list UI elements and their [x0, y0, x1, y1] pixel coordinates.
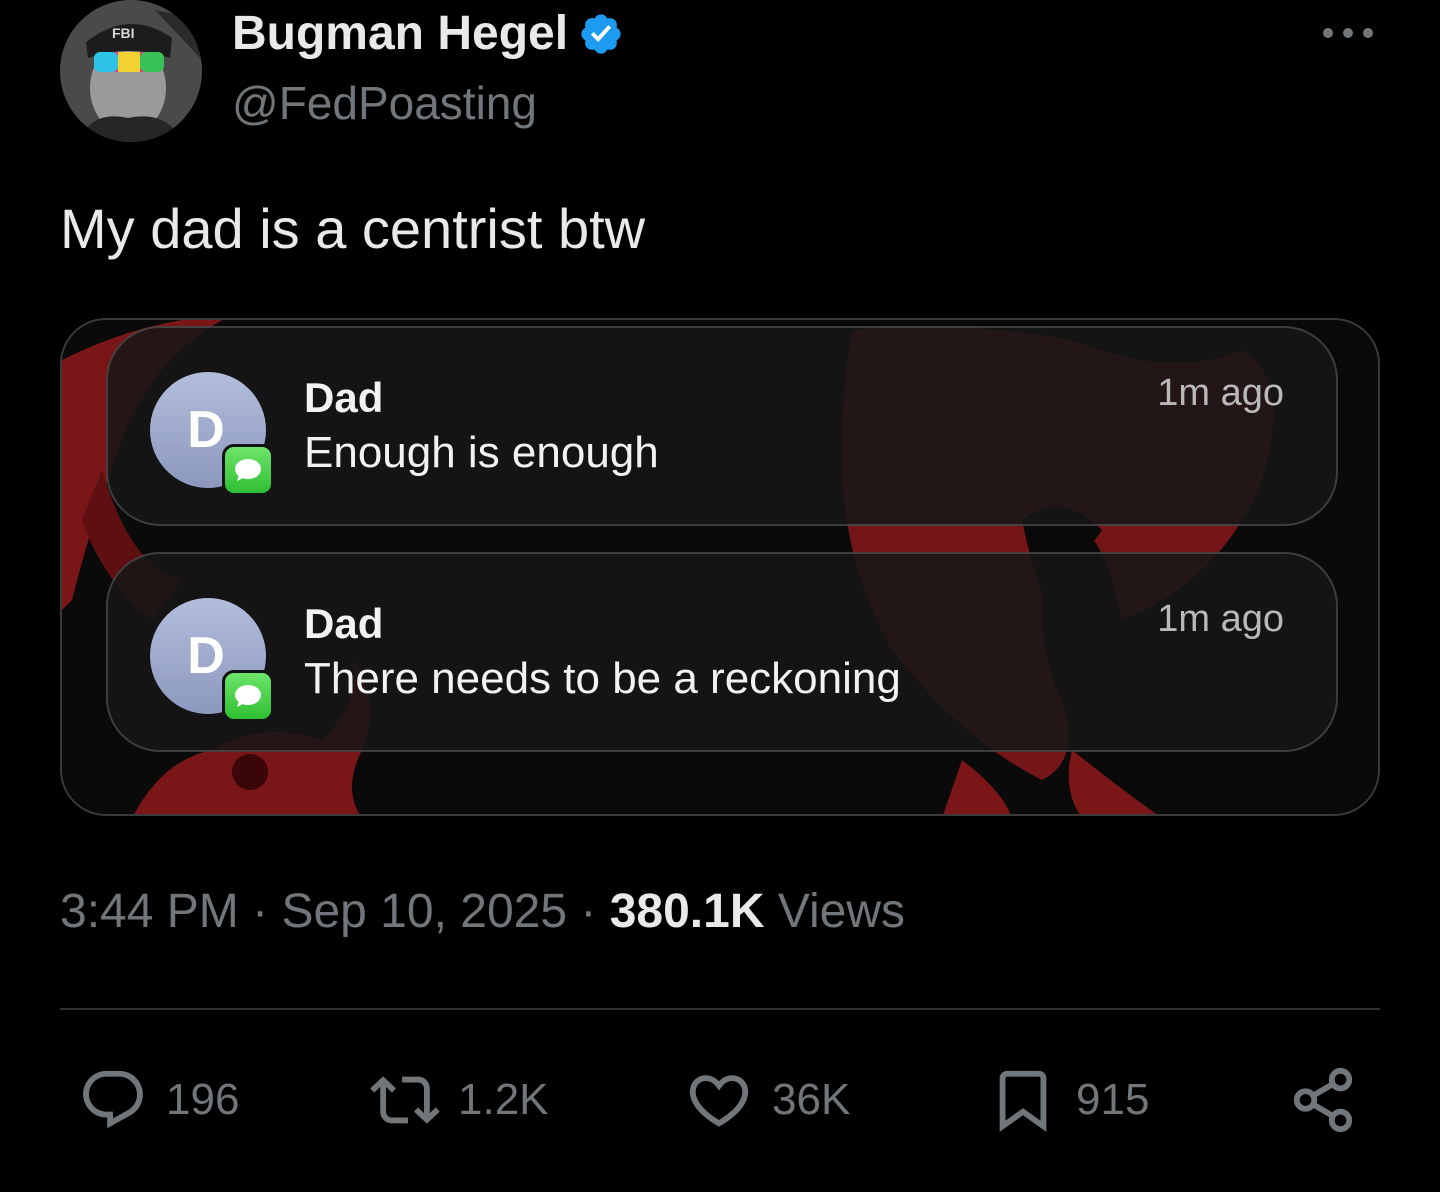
author-name-text: Bugman Hegel [232, 7, 569, 60]
share-button[interactable] [1288, 1064, 1358, 1136]
notification-time: 1m ago [1157, 598, 1284, 640]
reply-button[interactable]: 196 [78, 1064, 239, 1136]
notification-body: There needs to be a reckoning [304, 654, 901, 703]
notification-time: 1m ago [1157, 372, 1284, 414]
meta-separator: · [252, 885, 269, 938]
reply-icon [83, 1070, 143, 1129]
messages-app-icon [222, 670, 274, 722]
retweet-icon [370, 1076, 440, 1124]
notification-card[interactable]: D Dad Enough is enough 1m ago [106, 326, 1338, 526]
like-button[interactable]: 36K [684, 1064, 850, 1136]
tweet-text: My dad is a centrist btw [60, 197, 646, 260]
share-icon [1293, 1067, 1353, 1133]
notification-body: Enough is enough [304, 428, 659, 477]
retweet-button[interactable]: 1.2K [370, 1064, 549, 1136]
like-count: 36K [772, 1075, 851, 1124]
author-handle[interactable]: @FedPoasting [232, 76, 537, 130]
user-avatar[interactable]: FBI [60, 0, 202, 142]
bookmark-button[interactable]: 915 [988, 1064, 1149, 1136]
reply-count: 196 [166, 1075, 240, 1124]
tweet-media-image[interactable]: D Dad Enough is enough 1m ago D Dad Ther… [60, 318, 1380, 816]
tweet-time[interactable]: 3:44 PM [60, 885, 239, 938]
user-avatar-image: FBI [60, 0, 202, 142]
notification-sender: Dad [304, 600, 384, 647]
tweet-meta: 3:44 PM · Sep 10, 2025 · 380.1K Views [60, 884, 905, 939]
avatar-cap-text: FBI [112, 25, 135, 41]
messages-app-icon [222, 444, 274, 496]
views-label: Views [777, 885, 905, 938]
divider [60, 1008, 1380, 1010]
notification-sender: Dad [304, 374, 384, 421]
verified-badge-icon [581, 13, 621, 54]
meta-separator: · [580, 885, 597, 938]
heart-icon [689, 1075, 749, 1127]
tweet-date[interactable]: Sep 10, 2025 [281, 885, 567, 938]
notification-card[interactable]: D Dad There needs to be a reckoning 1m a… [106, 552, 1338, 752]
bookmark-icon [999, 1070, 1047, 1132]
author-display-name[interactable]: Bugman Hegel [232, 6, 624, 61]
bookmark-count: 915 [1076, 1075, 1150, 1124]
retweet-count: 1.2K [458, 1075, 549, 1124]
more-horizontal-icon[interactable] [1318, 18, 1378, 48]
views-count: 380.1K [609, 885, 765, 938]
